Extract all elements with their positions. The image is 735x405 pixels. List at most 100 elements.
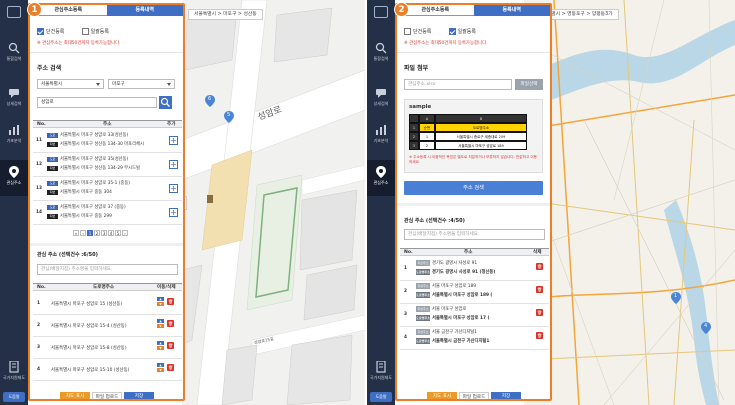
search-icon <box>375 42 387 54</box>
sidebar-item-search[interactable]: 통합검색 <box>0 36 28 68</box>
list-item[interactable]: 3 지번주소 서울 마포구 성암로 도로명주소 서울특별시 마포구 성암로 17 (🗑 <box>400 304 549 327</box>
interest-name-input[interactable]: 관심(배달지점) 주소명을 입력하세요. <box>37 264 178 275</box>
add-address-button[interactable]: + <box>169 160 178 169</box>
map-pin-1[interactable]: 1 <box>671 292 681 304</box>
add-address-button[interactable]: + <box>169 136 178 145</box>
jibun-address[interactable]: 지번주소 서울 금천구 가산디지털1 <box>416 329 477 335</box>
search-button[interactable] <box>159 96 172 109</box>
page-first[interactable]: « <box>73 230 79 236</box>
sidebar-item-support[interactable]: 국가지원제도 <box>0 355 28 387</box>
delete-button[interactable]: 🗑 <box>536 263 543 270</box>
list-item[interactable]: 2 서울특별시 마포구 성암로 15-4 (성산동) ▲ ▼ 🗑 <box>33 315 182 337</box>
add-address-button[interactable]: + <box>169 208 178 217</box>
road-address[interactable]: 도로 서울특별시 마포구 성암로 35-1 (중동) <box>47 180 159 186</box>
road-tag: 도로 <box>47 205 58 210</box>
jibun-address[interactable]: 지번 서울특별시 마포구 성산동 134-29 무시드빌 <box>47 165 159 171</box>
sidebar-item-search[interactable]: 통합검색 <box>367 36 395 68</box>
move-down-button[interactable]: ▼ <box>157 346 164 350</box>
table-row[interactable]: 13 도로 서울특별시 마포구 성암로 35-1 (중동) 지번 서울특별시 마포구 중… <box>33 177 182 201</box>
move-down-button[interactable]: ▼ <box>157 302 164 306</box>
help-button[interactable]: 도움말 <box>370 392 392 402</box>
move-up-button[interactable]: ▲ <box>157 319 164 323</box>
page-5[interactable]: 5 <box>115 230 121 236</box>
road-address[interactable]: 도로 서울특별시 마포구 성암로 35(성산동) <box>47 156 159 162</box>
sigungu-select[interactable]: 마포구 <box>108 79 175 89</box>
interest-name-input[interactable]: 관심(배달지점) 주소명을 입력하세요. <box>404 229 545 240</box>
page-next[interactable]: › <box>122 230 128 236</box>
page-prev[interactable]: ‹ <box>80 230 86 236</box>
move-up-button[interactable]: ▲ <box>157 341 164 345</box>
file-upload-button[interactable]: 파일 업로드 <box>92 392 122 399</box>
sidebar-item-interest[interactable]: 관심주소 <box>367 160 395 196</box>
page-4[interactable]: 4 <box>108 230 114 236</box>
single-checkbox[interactable] <box>404 28 411 35</box>
save-button[interactable]: 저장 <box>124 392 154 399</box>
sample-cell: 1 <box>419 132 435 141</box>
delete-button[interactable]: 🗑 <box>167 298 174 305</box>
sidebar-item-support[interactable]: 국가지원제도 <box>367 355 395 387</box>
jibun-address[interactable]: 지번주소 서울 마포구 성암로 189 <box>416 283 476 289</box>
map-view[interactable]: 서울특별시 > 영등포구 > 양평동3가 1 4 ‹ <box>524 0 735 405</box>
page-3[interactable]: 3 <box>101 230 107 236</box>
jibun-address[interactable]: 지번주소 경기도 광명시 사성로 91 <box>416 260 477 266</box>
home-logo[interactable] <box>374 6 388 18</box>
jibun-address[interactable]: 지번주소 서울 마포구 성암로 <box>416 306 466 312</box>
map-display-button[interactable]: 지도 표시 <box>427 392 457 399</box>
sido-select[interactable]: 서울특별시 <box>37 79 104 89</box>
map-view[interactable]: 서울특별시 > 마포구 > 성산동 성암로 성암로15길 6 5 ‹ <box>182 0 365 405</box>
table-row[interactable]: 11 도로 서울특별시 마포구 성암로 33(성산동) 지번 서울특별시 마포구 성산동… <box>33 129 182 153</box>
sidebar-item-analysis[interactable]: 기초분석 <box>367 118 395 150</box>
road-address[interactable]: 도로명주소 서울특별시 마포구 성암로 189 ( <box>416 292 492 298</box>
road-address[interactable]: 도로 서울특별시 마포구 성암로 37 (중동) <box>47 204 159 210</box>
sidebar-item-interest[interactable]: 관심주소 <box>0 160 28 196</box>
table-row[interactable]: 14 도로 서울특별시 마포구 성암로 37 (중동) 지번 서울특별시 마포구 중동 … <box>33 201 182 225</box>
page-1[interactable]: 1 <box>87 230 93 236</box>
map-display-button[interactable]: 지도 표시 <box>60 392 90 399</box>
road-address[interactable]: 도로명주소 경기도 광명시 사성로 91 (청산동) <box>416 269 495 275</box>
list-item[interactable]: 2 지번주소 서울 마포구 성암로 189 도로명주소 서울특별시 마포구 성암로 18… <box>400 281 549 304</box>
list-item[interactable]: 1 지번주소 경기도 광명시 사성로 91 도로명주소 경기도 광명시 사성로 91 (… <box>400 258 549 281</box>
list-item[interactable]: 3 서울특별시 마포구 성암로 15-8 (성산동) ▲ ▼ 🗑 <box>33 337 182 359</box>
sidebar-item-analysis[interactable]: 기초분석 <box>0 118 28 150</box>
save-button[interactable]: 저장 <box>491 392 521 399</box>
help-button[interactable]: 도움말 <box>3 392 25 402</box>
delete-button[interactable]: 🗑 <box>167 364 174 371</box>
move-up-button[interactable]: ▲ <box>157 363 164 367</box>
bulk-checkbox[interactable] <box>81 28 89 35</box>
list-item[interactable]: 1 서울특별시 마포구 성암로 15 (성산동) ▲ ▼ 🗑 <box>33 293 182 315</box>
map-pin-6[interactable]: 6 <box>205 95 215 107</box>
search-input[interactable]: 성암로 <box>37 97 157 108</box>
page-2[interactable]: 2 <box>94 230 100 236</box>
move-down-button[interactable]: ▼ <box>157 324 164 328</box>
delete-button[interactable]: 🗑 <box>536 286 543 293</box>
delete-button[interactable]: 🗑 <box>536 332 543 339</box>
single-checkbox[interactable] <box>37 28 44 35</box>
jibun-address[interactable]: 지번 서울특별시 마포구 중동 299 <box>47 213 159 219</box>
home-logo[interactable] <box>7 6 21 18</box>
jibun-address[interactable]: 지번 서울특별시 마포구 성산동 134-30 마포리체시 <box>47 141 159 147</box>
tab-history[interactable]: 등록내역 <box>473 5 550 16</box>
tab-history[interactable]: 등록내역 <box>106 5 183 16</box>
table-row[interactable]: 12 도로 서울특별시 마포구 성암로 35(성산동) 지번 서울특별시 마포구 성산동… <box>33 153 182 177</box>
add-address-button[interactable]: + <box>169 184 178 193</box>
list-item[interactable]: 4 서울특별시 마포구 성암로 15-10 (성산동) ▲ ▼ 🗑 <box>33 359 182 381</box>
file-select-button[interactable]: 파일선택 <box>515 79 543 90</box>
move-up-button[interactable]: ▲ <box>157 297 164 301</box>
map-pin-4[interactable]: 4 <box>701 322 711 334</box>
sidebar-item-detail[interactable]: 상세검색 <box>367 81 395 113</box>
sidebar-item-detail[interactable]: 상세검색 <box>0 81 28 113</box>
bulk-checkbox[interactable] <box>448 28 456 35</box>
delete-button[interactable]: 🗑 <box>536 309 543 316</box>
map-pin-5[interactable]: 5 <box>224 111 234 123</box>
list-item[interactable]: 4 지번주소 서울 금천구 가산디지털1 도로명주소 서울특별시 금천구 가산디지털1 🗑 <box>400 327 549 350</box>
road-address[interactable]: 도로명주소 서울특별시 마포구 성암로 17 ( <box>416 315 489 321</box>
road-address[interactable]: 도로명주소 서울특별시 금천구 가산디지털1 <box>416 338 489 344</box>
move-down-button[interactable]: ▼ <box>157 368 164 372</box>
delete-button[interactable]: 🗑 <box>167 342 174 349</box>
file-upload-button[interactable]: 파일 업로드 <box>459 392 489 399</box>
road-address[interactable]: 도로 서울특별시 마포구 성암로 33(성산동) <box>47 132 159 138</box>
jibun-address[interactable]: 지번 서울특별시 마포구 중동 304 <box>47 189 159 195</box>
file-name-input[interactable]: 관심주소.xlsx <box>404 79 512 90</box>
delete-button[interactable]: 🗑 <box>167 320 174 327</box>
address-search-button[interactable]: 주소 검색 <box>404 181 543 195</box>
